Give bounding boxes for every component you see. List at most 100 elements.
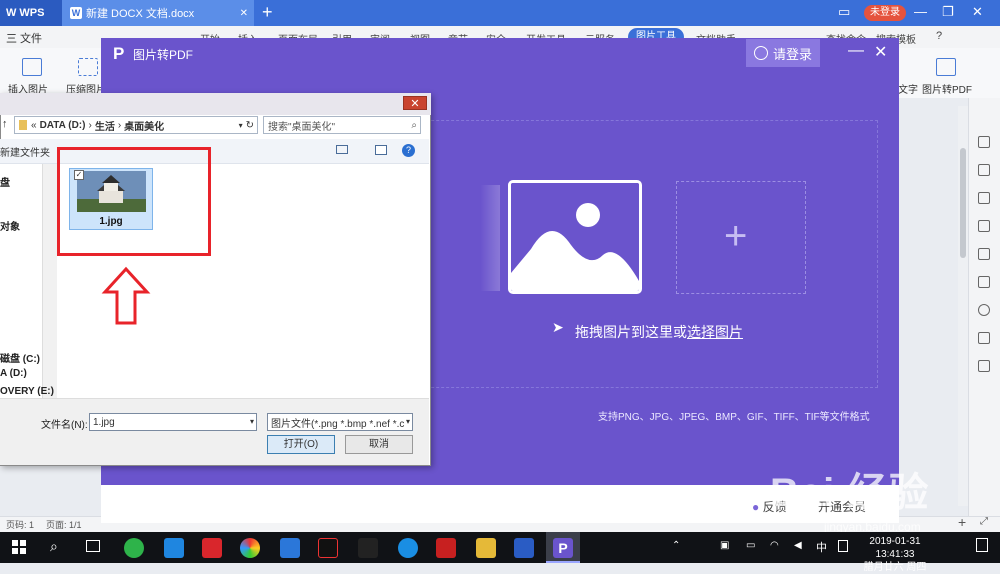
list-icon[interactable] <box>978 360 990 372</box>
image-placeholder-icon <box>508 180 642 294</box>
search-input[interactable]: 搜索"桌面美化" ⌕ <box>263 116 421 134</box>
nav-item-disk[interactable]: 盘 <box>0 174 10 189</box>
wechat-icon[interactable] <box>124 538 144 558</box>
insert-picture-button[interactable] <box>22 58 42 76</box>
close-window-icon[interactable]: ✕ <box>972 4 983 20</box>
wps-home-tab[interactable]: W WPS <box>0 0 62 26</box>
image-to-pdf-app-icon[interactable]: P <box>553 538 573 558</box>
dropdown-icon[interactable]: ▾ <box>239 121 243 130</box>
folder-icon[interactable] <box>476 538 496 558</box>
volume-icon[interactable]: ◀ <box>794 540 802 551</box>
breadcrumb-desktop-beautify[interactable]: 桌面美化 <box>124 118 164 133</box>
open-button[interactable]: 打开(O) <box>267 435 335 454</box>
window-mode-icon[interactable]: ▭ <box>838 4 850 20</box>
fullscreen-icon[interactable]: ⤢ <box>980 516 988 527</box>
ie-browser-icon[interactable] <box>398 538 418 558</box>
transform-icon[interactable] <box>978 276 990 288</box>
layers-icon[interactable] <box>978 332 990 344</box>
chevron-down-icon[interactable]: ▾ <box>250 414 254 430</box>
nav-item-e-drive[interactable]: OVERY (E:) <box>0 386 54 397</box>
view-options-icon[interactable] <box>336 145 348 154</box>
browser-icon[interactable] <box>240 538 260 558</box>
nav-item-d-drive[interactable]: A (D:) <box>0 368 27 379</box>
address-bar[interactable]: « DATA (D:) › 生活 › 桌面美化 ▾ ↻ <box>14 116 258 134</box>
ime-indicator[interactable]: 中 <box>816 539 827 555</box>
search-icon[interactable]: ⌕ <box>50 538 58 555</box>
tray-icon[interactable] <box>838 540 848 552</box>
image-to-pdf-ribbon-button[interactable] <box>936 58 956 76</box>
tray-icon[interactable]: ▭ <box>746 540 755 551</box>
file-dialog-close-icon[interactable]: ✕ <box>403 96 427 110</box>
nav-item-objects[interactable]: 对象 <box>0 218 20 233</box>
folder-icon <box>19 120 27 130</box>
login-button[interactable]: 请登录 <box>746 39 820 67</box>
wps-word-icon[interactable] <box>514 538 534 558</box>
crop-icon[interactable] <box>978 220 990 232</box>
arrow-up-icon <box>101 266 151 325</box>
task-view-icon[interactable] <box>86 540 100 552</box>
supported-formats-text: 支持PNG、JPG、JPEG、BMP、GIF、TIFF、TIF等文件格式 <box>598 412 870 423</box>
system-clock[interactable]: 2019-01-31 13:41:33 腊月廿六 周四 <box>860 535 930 574</box>
minimize-icon[interactable]: — <box>914 4 927 19</box>
select-icon[interactable] <box>978 164 990 176</box>
windows-taskbar <box>0 532 1000 563</box>
chat-icon: ● <box>752 500 760 514</box>
status-page-code: 页码: 1 <box>6 520 35 530</box>
app-icon[interactable] <box>202 538 222 558</box>
new-tab-button[interactable]: + <box>262 2 273 23</box>
wifi-icon[interactable]: ◠ <box>770 540 779 551</box>
app-icon[interactable] <box>164 538 184 558</box>
qq-icon[interactable] <box>318 538 338 558</box>
pdf-reader-icon[interactable] <box>436 538 456 558</box>
dialog-title: 图片转PDF <box>133 48 194 62</box>
app-icon[interactable] <box>358 538 378 558</box>
breadcrumb-life[interactable]: 生活 <box>95 118 115 133</box>
scrollbar-thumb[interactable] <box>960 148 966 258</box>
highlight-box <box>57 147 211 256</box>
nav-item-c-drive[interactable]: 磁盘 (C:) <box>0 350 40 365</box>
watermark-logo: Bai 经验 <box>770 471 930 515</box>
status-pages: 页面: 1/1 <box>46 520 82 530</box>
chevron-up-icon[interactable]: ⌃ <box>672 540 680 551</box>
file-menu[interactable]: 三 文件 <box>6 30 42 46</box>
edit-icon[interactable] <box>978 136 990 148</box>
help-icon[interactable]: ? <box>936 30 942 42</box>
cancel-button[interactable]: 取消 <box>345 435 413 454</box>
chevron-down-icon[interactable]: ▾ <box>405 414 410 430</box>
ribbon-text-label[interactable]: 文字 <box>898 81 918 96</box>
drop-instruction: 拖拽图片到这里或选择图片 <box>575 324 743 340</box>
filename-input[interactable]: 1.jpg ▾ <box>89 413 257 431</box>
login-badge[interactable]: 未登录 <box>864 5 906 21</box>
select-image-link[interactable]: 选择图片 <box>687 324 743 340</box>
refresh-icon[interactable]: ↻ <box>246 120 254 131</box>
tray-icon[interactable]: ▣ <box>720 540 729 551</box>
pdf-icon <box>936 58 956 76</box>
word-doc-icon: W <box>70 7 82 19</box>
app-icon[interactable] <box>280 538 300 558</box>
preview-pane-icon[interactable] <box>375 145 387 155</box>
image-icon[interactable] <box>978 248 990 260</box>
shape-icon[interactable] <box>978 192 990 204</box>
tab-close-icon[interactable]: ✕ <box>240 8 248 19</box>
dialog-minimize-icon[interactable]: — <box>848 42 864 60</box>
help-icon[interactable]: ? <box>402 144 415 157</box>
wps-logo-icon: W <box>6 7 17 19</box>
windows-start-icon[interactable] <box>12 540 26 554</box>
zoom-in-icon[interactable]: + <box>958 514 966 530</box>
breadcrumb-drive[interactable]: DATA (D:) <box>40 120 86 131</box>
notification-icon[interactable] <box>976 538 988 552</box>
new-folder-button[interactable]: 新建文件夹 <box>0 144 50 159</box>
share-icon[interactable] <box>978 304 990 316</box>
decorative-glow <box>480 185 500 291</box>
image-to-pdf-label: 图片转PDF <box>922 85 972 96</box>
document-tab[interactable]: W 新建 DOCX 文档.docx ✕ <box>62 0 254 26</box>
up-folder-icon[interactable]: ↑ <box>2 118 8 130</box>
maximize-icon[interactable]: ❐ <box>942 4 954 20</box>
nav-scrollbar[interactable] <box>42 164 57 398</box>
search-icon: ⌕ <box>411 119 417 131</box>
filetype-select[interactable]: 图片文件(*.png *.bmp *.nef *.c ▾ <box>267 413 413 431</box>
compress-picture-button[interactable] <box>78 58 98 76</box>
picture-icon <box>22 58 42 76</box>
dialog-close-icon[interactable]: ✕ <box>874 42 887 62</box>
add-plus-icon: + <box>724 214 748 258</box>
